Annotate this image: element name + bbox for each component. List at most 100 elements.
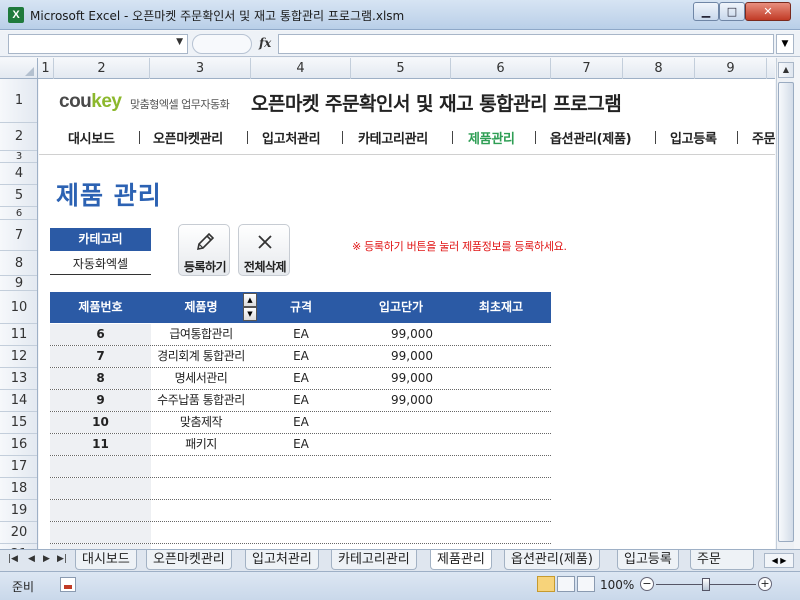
table-row-empty[interactable] (50, 478, 551, 500)
table-row-empty[interactable] (50, 500, 551, 522)
row-header[interactable]: 18 (0, 478, 37, 500)
sheet-tab-option[interactable]: 옵션관리(제품) (504, 550, 600, 570)
zoom-level[interactable]: 100% (600, 578, 634, 592)
column-header[interactable]: 3 (150, 58, 251, 79)
column-header[interactable]: 6 (451, 58, 551, 79)
product-price (351, 434, 433, 455)
row-header[interactable]: 14 (0, 390, 37, 412)
nav-item-option[interactable]: 옵션관리(제품) (550, 128, 632, 147)
close-button[interactable]: ✕ (745, 2, 791, 21)
app-title: 오픈마켓 주문확인서 및 재고 통합관리 프로그램 (251, 93, 622, 115)
table-row[interactable]: 6 급여통합관리 EA 99,000 (50, 324, 551, 346)
sheet-tab-dashboard[interactable]: 대시보드 (75, 550, 137, 570)
column-header[interactable]: 1 (38, 58, 54, 79)
product-price: 99,000 (391, 393, 433, 407)
row-header[interactable]: 6 (0, 207, 37, 220)
row-header[interactable]: 13 (0, 368, 37, 390)
row-header[interactable]: 16 (0, 434, 37, 456)
sheet-tab-stock-in[interactable]: 입고등록 (617, 550, 679, 570)
row-header[interactable]: 5 (0, 185, 37, 207)
normal-view-icon[interactable] (537, 576, 555, 592)
minimize-button[interactable]: ▁ (693, 2, 719, 21)
column-header[interactable]: 5 (351, 58, 451, 79)
row-header[interactable]: 20 (0, 522, 37, 544)
nav-item-stock-in[interactable]: 입고등록 (670, 128, 717, 147)
column-header[interactable]: 9 (695, 58, 767, 79)
table-row[interactable]: 9 수주납품 통합관리 EA 99,000 (50, 390, 551, 412)
nav-separator (535, 131, 536, 144)
page-break-view-icon[interactable] (577, 576, 595, 592)
product-unit: EA (293, 415, 309, 429)
product-id: 6 (50, 324, 151, 345)
scroll-up-icon[interactable]: ▲ (778, 62, 794, 78)
nav-item-supplier[interactable]: 입고처관리 (262, 128, 321, 147)
row-header[interactable]: 19 (0, 500, 37, 522)
product-price: 99,000 (391, 349, 433, 363)
excel-icon[interactable]: X (8, 7, 24, 23)
sheet-tab-category[interactable]: 카테고리관리 (331, 550, 417, 570)
row-header[interactable]: 12 (0, 346, 37, 368)
zoom-out-icon[interactable]: − (640, 577, 654, 591)
product-unit: EA (293, 327, 309, 341)
product-stock (451, 434, 551, 455)
column-header[interactable]: 7 (551, 58, 623, 79)
sheet-tab-openmarket[interactable]: 오픈마켓관리 (146, 550, 232, 570)
select-all-corner[interactable] (0, 58, 38, 79)
chevron-down-icon[interactable]: ▼ (176, 37, 183, 47)
zoom-slider-thumb[interactable] (702, 578, 710, 591)
name-box[interactable]: ▼ (8, 34, 188, 54)
table-row[interactable]: 10 맞춤제작 EA (50, 412, 551, 434)
table-row[interactable]: 11 패키지 EA (50, 434, 551, 456)
product-price: 99,000 (391, 327, 433, 341)
row-header[interactable]: 3 (0, 151, 37, 163)
row-header[interactable]: 7 (0, 220, 37, 251)
row-header[interactable]: 2 (0, 123, 37, 151)
formula-input[interactable] (278, 34, 774, 54)
delete-all-button[interactable]: 전체삭제 (238, 224, 290, 276)
row-header[interactable]: 1 (0, 79, 37, 123)
column-header[interactable]: 2 (54, 58, 150, 79)
zoom-in-icon[interactable]: + (758, 577, 772, 591)
nav-item-category[interactable]: 카테고리관리 (358, 128, 428, 147)
maximize-button[interactable]: □ (719, 2, 745, 21)
column-header[interactable]: 4 (251, 58, 351, 79)
prev-sheet-icon[interactable]: ◀ (28, 554, 35, 564)
macro-record-icon[interactable] (60, 577, 76, 592)
product-unit: EA (293, 437, 309, 451)
row-header[interactable]: 8 (0, 251, 37, 276)
vertical-scrollbar[interactable]: ▲ (776, 58, 794, 550)
row-header[interactable]: 17 (0, 456, 37, 478)
fx-icon[interactable]: fx (259, 36, 271, 50)
nav-item-dashboard[interactable]: 대시보드 (68, 128, 115, 147)
register-button[interactable]: 등록하기 (178, 224, 230, 276)
table-row-empty[interactable] (50, 522, 551, 544)
row-header[interactable]: 4 (0, 163, 37, 185)
product-name: 맞춤제작 (179, 415, 223, 429)
worksheet[interactable]: coukey 맞춤형엑셀 업무자동화 오픈마켓 주문확인서 및 재고 통합관리 … (39, 79, 775, 549)
excel-window: X Microsoft Excel - 오픈마켓 주문확인서 및 재고 통합관리… (0, 0, 800, 600)
category-field[interactable]: 자동화엑셀 (50, 253, 151, 275)
sheet-tab-order[interactable]: 주문 (690, 550, 754, 570)
page-layout-view-icon[interactable] (557, 576, 575, 592)
logo-subtitle: 맞춤형엑셀 업무자동화 (130, 98, 230, 111)
last-sheet-icon[interactable]: ▶| (57, 554, 67, 564)
nav-item-openmarket[interactable]: 오픈마켓관리 (153, 128, 223, 147)
table-row[interactable]: 8 명세서관리 EA 99,000 (50, 368, 551, 390)
scroll-thumb[interactable] (778, 82, 794, 542)
next-sheet-icon[interactable]: ▶ (43, 554, 50, 564)
column-header-name: 제품명 (184, 300, 218, 314)
row-header[interactable]: 9 (0, 276, 37, 291)
column-header[interactable]: 8 (623, 58, 695, 79)
nav-item-order[interactable]: 주문 (752, 128, 775, 147)
row-header[interactable]: 10 (0, 291, 37, 324)
sheet-tab-product[interactable]: 제품관리 (430, 550, 492, 570)
row-header[interactable]: 11 (0, 324, 37, 346)
first-sheet-icon[interactable]: |◀ (8, 554, 18, 564)
row-header[interactable]: 15 (0, 412, 37, 434)
table-row[interactable]: 7 경리회계 통합관리 EA 99,000 (50, 346, 551, 368)
sheet-tab-supplier[interactable]: 입고처관리 (245, 550, 319, 570)
horizontal-scroll-icon[interactable]: ◀ ▶ (764, 553, 794, 568)
formula-expand-icon[interactable]: ▼ (776, 34, 794, 54)
nav-item-product[interactable]: 제품관리 (468, 128, 515, 147)
table-row-empty[interactable] (50, 456, 551, 478)
